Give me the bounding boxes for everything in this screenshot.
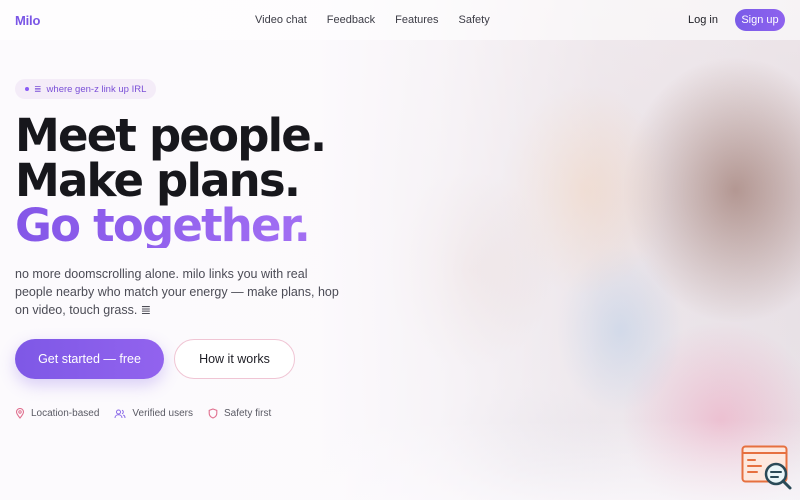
trust-label: Verified users <box>132 408 193 419</box>
photo-fade <box>0 420 800 500</box>
shield-icon <box>208 408 218 419</box>
dot-icon <box>25 87 29 91</box>
nav-link-feedback[interactable]: Feedback <box>327 14 375 26</box>
nav-link-features[interactable]: Features <box>395 14 438 26</box>
tagline-pill: ≣ where gen-z link up IRL <box>15 79 157 99</box>
trust-label: Safety first <box>223 408 272 419</box>
users-icon <box>114 409 126 418</box>
feedback-search-icon <box>741 445 792 490</box>
feedback-widget[interactable] <box>741 445 793 491</box>
hero-subcopy: no more doomscrolling alone. milo links … <box>15 267 339 317</box>
nav-actions: Log in Sign up <box>688 0 785 40</box>
trust-item-safety: Safety first <box>208 408 271 419</box>
nav-link-video-chat[interactable]: Video chat <box>255 14 307 26</box>
top-nav: Milo Video chat Feedback Features Safety… <box>0 0 800 40</box>
trust-label: Location-based <box>31 408 100 419</box>
hero-headline: Meet people. Make plans. Go together. <box>15 113 455 248</box>
how-it-works-button[interactable]: How it works <box>174 339 295 379</box>
signup-button[interactable]: Sign up <box>735 9 785 31</box>
nav-links: Video chat Feedback Features Safety <box>255 0 510 40</box>
tag-glyph: ≣ <box>34 83 42 94</box>
location-pin-icon <box>15 408 25 419</box>
login-link[interactable]: Log in <box>688 14 718 26</box>
tagline-text: where gen-z link up IRL <box>46 83 147 95</box>
trust-item-location: Location-based <box>15 408 99 419</box>
logo[interactable]: Milo <box>15 13 40 28</box>
trust-item-verified: Verified users <box>114 408 193 419</box>
get-started-button[interactable]: Get started — free <box>15 339 164 379</box>
nav-link-safety[interactable]: Safety <box>459 14 490 26</box>
headline-main: Meet people. Make plans. <box>15 109 327 207</box>
headline-accent: Go together. <box>15 203 455 248</box>
trust-badges: Location-based Verified users Safety fir… <box>15 408 286 419</box>
